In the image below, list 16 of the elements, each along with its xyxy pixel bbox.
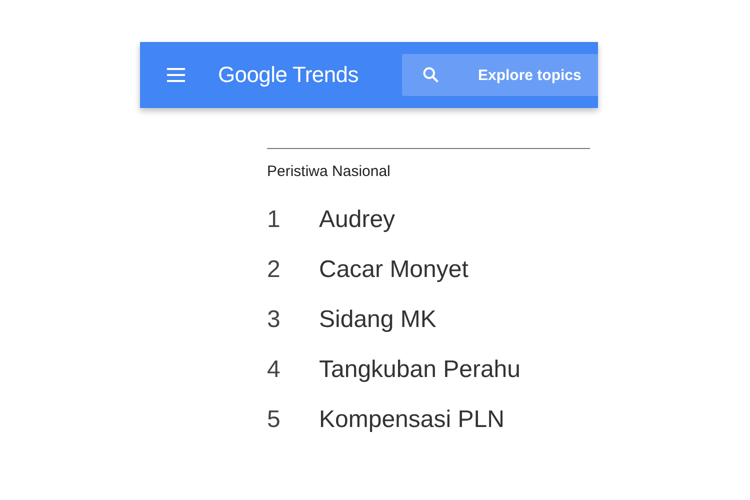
trend-link[interactable]: Audrey: [319, 206, 396, 234]
menu-button[interactable]: [166, 67, 186, 83]
rank-number: 3: [267, 306, 282, 334]
trend-link[interactable]: Kompensasi PLN: [319, 406, 504, 434]
section-title: Peristiwa Nasional: [267, 163, 392, 180]
rank-number: 1: [267, 206, 282, 234]
brand-logo[interactable]: Google Trends: [218, 62, 358, 88]
rank-number: 2: [267, 256, 282, 284]
trend-link[interactable]: Sidang MK: [319, 306, 436, 334]
rank-number: 4: [267, 356, 282, 384]
menu-icon: [167, 68, 185, 82]
search-field[interactable]: Explore topics: [478, 66, 598, 84]
trend-link[interactable]: Tangkuban Perahu: [319, 356, 520, 384]
trend-link[interactable]: Cacar Monyet: [319, 256, 468, 284]
search-icon: [422, 66, 440, 84]
rank-number: 5: [267, 406, 282, 434]
